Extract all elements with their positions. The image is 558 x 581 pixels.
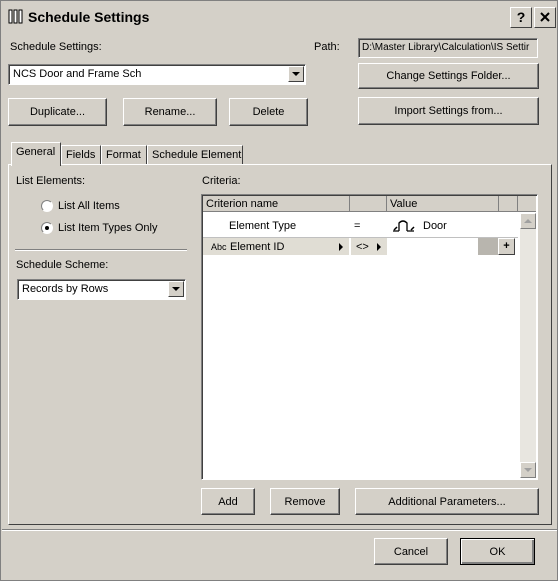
operator-cell[interactable]: <> bbox=[351, 238, 387, 255]
criteria-header: Criterion name Value bbox=[203, 196, 536, 212]
schedule-settings-value: NCS Door and Frame Sch bbox=[13, 68, 142, 80]
ok-button[interactable]: OK bbox=[460, 538, 535, 565]
abc-type-icon: Abc bbox=[211, 242, 227, 252]
value-extra-cell bbox=[478, 238, 498, 255]
path-field: D:\Master Library\Calculation\IS Settir bbox=[358, 38, 538, 58]
delete-button[interactable]: Delete bbox=[229, 98, 308, 126]
title-bar[interactable]: Schedule Settings ? bbox=[2, 2, 556, 32]
cancel-button[interactable]: Cancel bbox=[374, 538, 448, 565]
help-button[interactable]: ? bbox=[510, 7, 532, 28]
criterion-operator: = bbox=[354, 220, 361, 232]
scroll-up-button[interactable] bbox=[520, 213, 536, 229]
arrow-up-icon bbox=[524, 219, 532, 223]
change-settings-folder-button[interactable]: Change Settings Folder... bbox=[358, 63, 539, 89]
import-settings-button[interactable]: Import Settings from... bbox=[358, 97, 539, 125]
schedule-app-icon bbox=[8, 9, 23, 24]
door-icon bbox=[393, 220, 415, 232]
chevron-down-icon bbox=[292, 72, 300, 76]
add-button[interactable]: Add bbox=[201, 488, 255, 515]
criteria-row[interactable]: Abc Element ID <> + bbox=[203, 237, 518, 255]
tab-schedule-element[interactable]: Schedule Element bbox=[147, 145, 243, 165]
list-elements-label: List Elements: bbox=[16, 175, 86, 187]
criterion-name-cell[interactable]: Abc Element ID bbox=[203, 238, 349, 255]
chevron-right-icon[interactable] bbox=[339, 243, 343, 251]
scroll-down-button[interactable] bbox=[520, 462, 536, 478]
dialog-footer-divider bbox=[2, 529, 557, 531]
remove-button[interactable]: Remove bbox=[270, 488, 340, 515]
additional-parameters-button[interactable]: Additional Parameters... bbox=[355, 488, 539, 515]
criteria-row[interactable]: Element Type = Door bbox=[203, 215, 518, 235]
value-header[interactable]: Value bbox=[387, 196, 499, 212]
add-criterion-button[interactable]: + bbox=[498, 238, 515, 255]
scheme-dropdown-arrow-button[interactable] bbox=[168, 281, 184, 297]
list-all-items-label[interactable]: List All Items bbox=[58, 200, 120, 212]
close-icon bbox=[540, 12, 550, 22]
criterion-name: Element Type bbox=[229, 220, 297, 232]
criteria-label: Criteria: bbox=[202, 175, 241, 187]
operator-header[interactable] bbox=[350, 196, 387, 212]
tab-format[interactable]: Format bbox=[101, 145, 147, 165]
criterion-name-header[interactable]: Criterion name bbox=[203, 196, 350, 212]
criteria-scrollbar[interactable] bbox=[520, 213, 536, 478]
extra-header bbox=[499, 196, 518, 212]
path-label: Path: bbox=[314, 41, 340, 53]
value-input[interactable] bbox=[389, 238, 477, 255]
criteria-table: Criterion name Value Element Type = Door… bbox=[201, 194, 538, 480]
chevron-right-icon[interactable] bbox=[377, 243, 381, 251]
arrow-down-icon bbox=[524, 468, 532, 472]
radio-selected-dot bbox=[45, 226, 49, 230]
list-item-types-only-radio[interactable] bbox=[41, 222, 53, 234]
schedule-settings-label: Schedule Settings: bbox=[10, 41, 102, 53]
criterion-value: Door bbox=[423, 220, 447, 232]
list-all-items-radio[interactable] bbox=[41, 200, 53, 212]
tab-general[interactable]: General bbox=[11, 142, 61, 166]
list-item-types-only-label[interactable]: List Item Types Only bbox=[58, 222, 157, 234]
schedule-settings-dropdown[interactable]: NCS Door and Frame Sch bbox=[8, 64, 306, 85]
schedule-scheme-label: Schedule Scheme: bbox=[16, 259, 109, 271]
window-title: Schedule Settings bbox=[28, 9, 150, 25]
left-panel-divider bbox=[15, 249, 187, 251]
criterion-operator: <> bbox=[356, 241, 369, 253]
chevron-down-icon bbox=[172, 287, 180, 291]
schedule-scheme-dropdown[interactable]: Records by Rows bbox=[17, 279, 186, 300]
close-button[interactable] bbox=[534, 7, 556, 28]
schedule-settings-dialog: Schedule Settings ? Schedule Settings: P… bbox=[0, 0, 558, 581]
schedule-scheme-value: Records by Rows bbox=[22, 283, 109, 295]
criterion-name: Element ID bbox=[230, 241, 285, 253]
tab-fields[interactable]: Fields bbox=[61, 145, 101, 165]
duplicate-button[interactable]: Duplicate... bbox=[8, 98, 107, 126]
rename-button[interactable]: Rename... bbox=[123, 98, 217, 126]
dropdown-arrow-button[interactable] bbox=[288, 66, 304, 82]
